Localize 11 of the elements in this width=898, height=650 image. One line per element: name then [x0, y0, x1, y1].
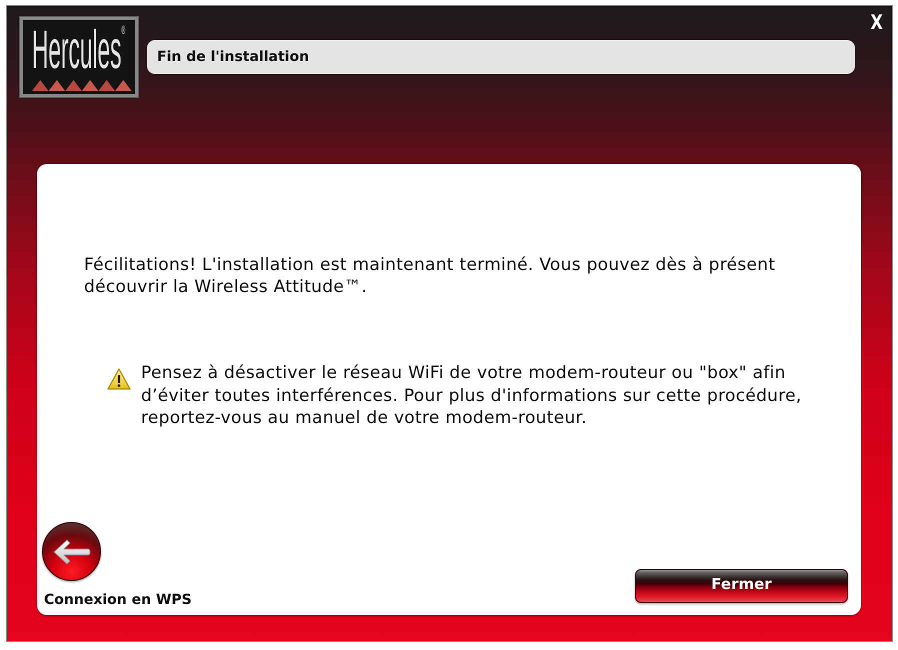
zigzag-icon — [32, 80, 132, 91]
logo-text: Hercules$^{®}$ — [32, 24, 126, 76]
back-button[interactable] — [42, 522, 101, 581]
warning-message: Pensez à désactiver le réseau WiFi de votre modem-routeur ou "box" afin d’éviter toutes interférences. Pour plus d'informations sur cette procédure, reportez-vous au manuel de votre modem-routeur. — [141, 362, 803, 430]
close-button[interactable]: X — [868, 12, 884, 32]
arrow-left-icon — [52, 538, 90, 564]
close-dialog-button[interactable]: Fermer — [635, 569, 848, 603]
completion-message: Fécilitations! L'installation est maintenant terminé. Vous pouvez dès à présent découvrir la Wireless Attitude™. — [84, 254, 776, 298]
warning-icon — [107, 368, 131, 390]
wps-connection-label: Connexion en WPS — [44, 592, 192, 608]
window-title: Fin de l'installation — [147, 40, 855, 74]
